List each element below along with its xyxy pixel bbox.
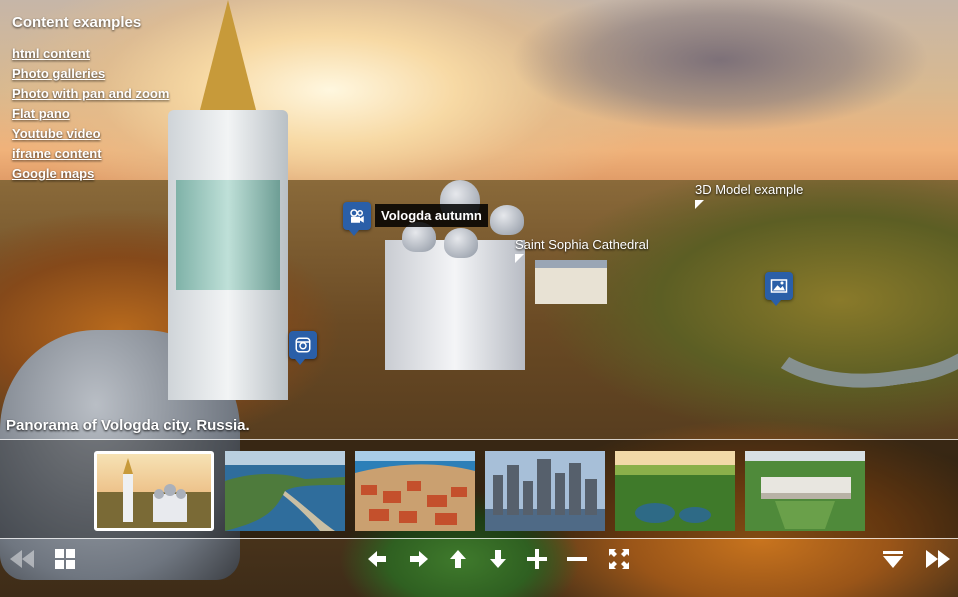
thumbbar-bottom-line [0,538,958,539]
content-menu-title: Content examples [12,14,142,31]
cathedral-building [385,240,525,370]
next-button[interactable] [922,546,954,572]
youtube-video-link[interactable]: Youtube video [12,126,101,141]
content-menu-item: Flat pano [12,106,169,126]
zoom-in-button[interactable] [524,546,550,572]
clouds [470,0,958,180]
previous-button[interactable] [6,546,38,572]
thumbnail-image [745,451,865,531]
photo-galleries-link[interactable]: Photo galleries [12,66,105,81]
panorama-caption: Panorama of Vologda city. Russia. [6,417,250,434]
fullscreen-icon [609,549,629,569]
content-menu-item: Youtube video [12,126,169,146]
zoom-out-icon [567,557,587,561]
thumbnail-red-roof-town[interactable] [355,451,475,531]
bell-tower-spire [200,0,256,110]
thumbnail-coastal-spit[interactable] [225,451,345,531]
arrow-right-icon [410,551,428,567]
thumbnail-palace-aerial[interactable] [745,451,865,531]
bell-tower-arcade [176,180,280,290]
cathedral-hotspot-label[interactable]: Saint Sophia Cathedral [515,237,649,252]
grid-icon [55,549,75,569]
thumbnail-image [225,451,345,531]
video-hotspot-tooltip: Vologda autumn [375,204,488,227]
thumbnail-strip[interactable] [0,440,958,538]
control-bar [0,540,958,580]
arrow-left-icon [368,551,386,567]
iframe-content-link[interactable]: iframe content [12,146,102,161]
zoom-out-button[interactable] [564,546,590,572]
content-menu-item: Google maps [12,166,169,186]
zoom-in-icon [527,549,547,569]
arrow-down-icon [490,550,506,568]
thumbnail-image [97,454,211,528]
cathedral-dome [444,228,478,258]
hide-thumbnails-button[interactable] [880,546,906,572]
content-menu-item: Photo galleries [12,66,169,86]
photo-pan-zoom-link[interactable]: Photo with pan and zoom [12,86,169,101]
thumbnail-forest-lake[interactable] [615,451,735,531]
thumbnail-image [355,451,475,531]
thumbnail-city-skyline[interactable] [485,451,605,531]
model-hotspot-label[interactable]: 3D Model example [695,182,803,197]
cathedral-hotspot-marker[interactable] [515,254,524,263]
image-hotspot[interactable] [765,272,793,306]
video-hotspot[interactable] [343,202,371,236]
pan-down-button[interactable] [485,546,511,572]
hide-thumbnails-icon [883,551,903,568]
previous-icon [10,550,34,568]
html-content-link[interactable]: html content [12,46,90,61]
pan-left-button[interactable] [364,546,390,572]
model-hotspot-marker[interactable] [695,200,704,209]
content-menu-item: html content [12,46,169,66]
arrow-up-icon [450,550,466,568]
content-menu: html content Photo galleries Photo with … [12,46,169,186]
pan-right-button[interactable] [406,546,432,572]
image-icon [770,279,788,293]
google-maps-link[interactable]: Google maps [12,166,94,181]
instagram-hotspot[interactable] [289,331,317,365]
next-icon [926,550,950,568]
thumbnails-grid-button[interactable] [52,546,78,572]
content-menu-item: Photo with pan and zoom [12,86,169,106]
content-menu-item: iframe content [12,146,169,166]
flat-pano-link[interactable]: Flat pano [12,106,70,121]
fullscreen-button[interactable] [606,546,632,572]
thumbnail-vologda-cathedral[interactable] [94,451,214,531]
thumbnail-image [485,451,605,531]
cathedral-dome [490,205,524,235]
video-camera-icon [350,209,364,223]
instagram-icon [295,337,311,353]
pan-up-button[interactable] [445,546,471,572]
white-building [535,260,607,304]
thumbnail-image [615,451,735,531]
